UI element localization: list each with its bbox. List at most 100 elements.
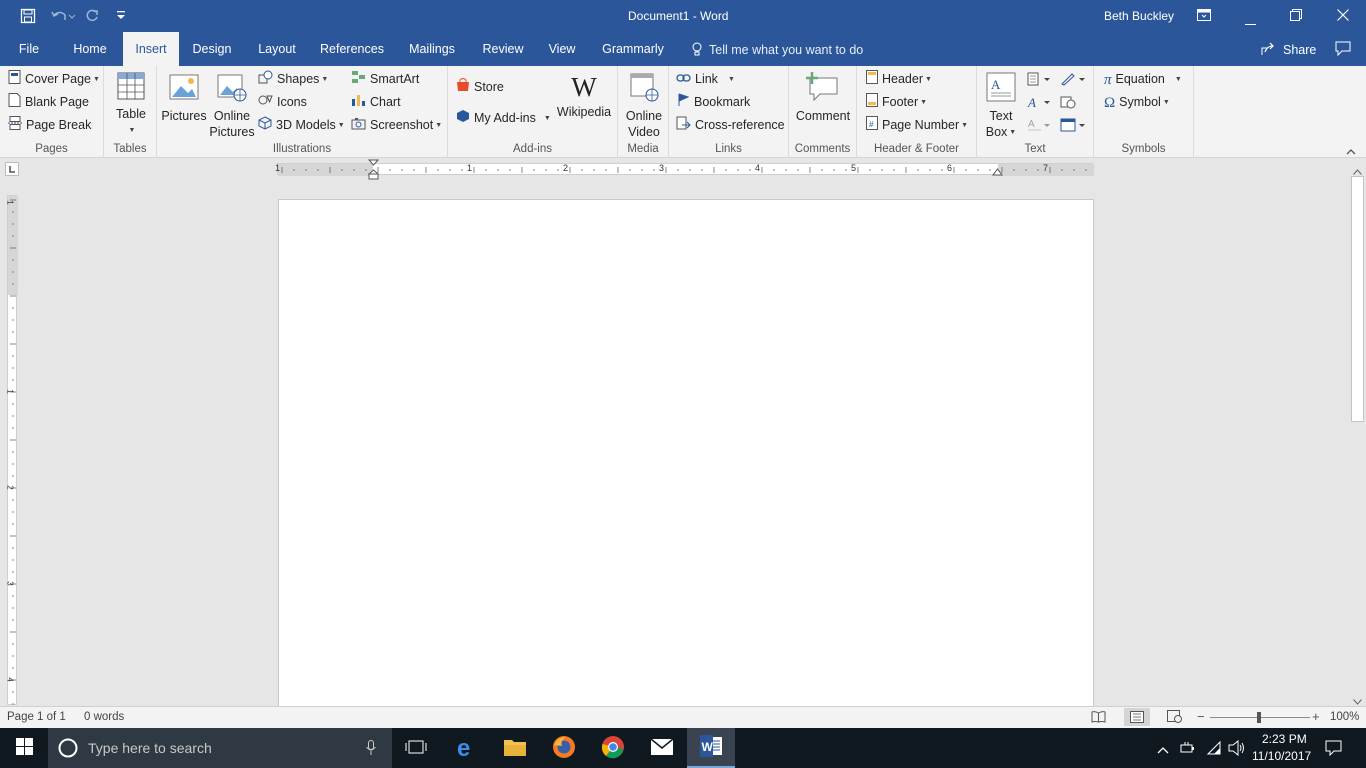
pictures-button[interactable]: Pictures xyxy=(161,72,207,124)
first-line-indent-marker[interactable] xyxy=(367,159,380,184)
wifi-icon[interactable] xyxy=(1206,740,1222,759)
right-indent-marker[interactable] xyxy=(992,166,1003,180)
close-icon[interactable] xyxy=(1337,9,1349,24)
page-count[interactable]: Page 1 of 1 xyxy=(7,711,66,723)
taskbar-file-explorer[interactable] xyxy=(491,728,539,768)
word-count[interactable]: 0 words xyxy=(84,711,124,723)
scroll-thumb[interactable] xyxy=(1351,176,1364,422)
object-icon[interactable] xyxy=(1060,118,1086,135)
taskbar-search-box[interactable]: Type here to search xyxy=(48,728,392,768)
blank-page-icon xyxy=(8,92,21,113)
taskbar-mail[interactable] xyxy=(638,728,686,768)
vertical-scrollbar[interactable] xyxy=(1349,158,1366,706)
task-view-icon xyxy=(405,739,427,758)
cover-page-button[interactable]: Cover Page ▼ xyxy=(8,69,100,89)
text-box-button[interactable]: A Text Box ▼ xyxy=(983,72,1019,141)
page-break-button[interactable]: Page Break xyxy=(8,115,91,135)
tab-mailings[interactable]: Mailings xyxy=(403,32,461,66)
save-icon[interactable] xyxy=(20,8,36,27)
tab-home[interactable]: Home xyxy=(64,32,116,66)
equation-button[interactable]: π Equation ▼ xyxy=(1104,69,1182,89)
icons-button[interactable]: Icons xyxy=(258,92,307,112)
show-hidden-icons-icon[interactable] xyxy=(1157,743,1169,757)
tab-insert[interactable]: Insert xyxy=(123,32,179,66)
wordart-icon[interactable]: A xyxy=(1027,95,1051,112)
header-button[interactable]: Header ▼ xyxy=(866,69,932,89)
zoom-out-button[interactable]: − xyxy=(1197,709,1205,724)
taskbar-chrome[interactable] xyxy=(589,728,637,768)
ruler-number: 1 xyxy=(5,389,15,394)
user-name[interactable]: Beth Buckley xyxy=(1104,9,1174,23)
footer-button[interactable]: Footer ▼ xyxy=(866,92,927,112)
tell-me-search[interactable]: Tell me what you want to do xyxy=(709,43,863,57)
customize-toolbar-icon[interactable] xyxy=(116,9,126,24)
zoom-slider-thumb[interactable] xyxy=(1257,712,1261,723)
ribbon-display-options-icon[interactable] xyxy=(1197,9,1211,24)
collapse-ribbon-icon[interactable] xyxy=(1346,144,1356,158)
ruler-number: 2 xyxy=(5,485,15,490)
clock-time[interactable]: 2:23 PM xyxy=(1262,732,1307,746)
taskbar-edge[interactable]: e xyxy=(443,728,491,768)
signature-line-icon[interactable] xyxy=(1060,72,1086,89)
tab-layout[interactable]: Layout xyxy=(251,32,303,66)
store-button[interactable]: Store xyxy=(456,77,504,97)
read-mode-icon[interactable] xyxy=(1091,710,1106,726)
online-pictures-button[interactable]: Online Pictures xyxy=(209,72,255,140)
microphone-icon[interactable] xyxy=(366,740,376,759)
tab-file[interactable]: File xyxy=(8,32,50,66)
date-time-icon[interactable] xyxy=(1060,95,1076,112)
page-number-button[interactable]: # Page Number ▼ xyxy=(866,115,968,135)
pi-icon: π xyxy=(1104,71,1112,88)
tab-review[interactable]: Review xyxy=(477,32,529,66)
tab-view[interactable]: View xyxy=(544,32,580,66)
my-addins-button[interactable]: My Add-ins ▼ xyxy=(456,108,551,128)
taskbar-word[interactable]: W xyxy=(687,728,735,768)
web-layout-icon[interactable] xyxy=(1167,710,1182,726)
smartart-button[interactable]: SmartArt xyxy=(351,69,419,89)
power-battery-icon[interactable] xyxy=(1180,741,1196,758)
symbol-button[interactable]: Ω Symbol ▼ xyxy=(1104,92,1170,112)
drop-cap-icon[interactable]: A xyxy=(1027,118,1051,135)
chart-button[interactable]: Chart xyxy=(351,92,401,112)
table-button[interactable]: Table ▼ xyxy=(112,72,150,139)
taskbar-firefox[interactable] xyxy=(540,728,588,768)
restore-icon[interactable] xyxy=(1290,9,1302,24)
share-icon[interactable] xyxy=(1261,42,1277,59)
action-center-icon[interactable] xyxy=(1325,740,1342,759)
horizontal-ruler[interactable]: 1 1 2 3 4 5 6 7 xyxy=(275,163,1094,176)
screenshot-icon xyxy=(351,116,366,136)
vertical-ruler[interactable]: 1 1 2 3 4 xyxy=(5,195,18,705)
group-label-addins: Add-ins xyxy=(513,143,552,155)
start-button[interactable] xyxy=(0,728,48,768)
comment-button[interactable]: Comment xyxy=(793,72,853,124)
blank-page-button[interactable]: Blank Page xyxy=(8,92,89,112)
volume-icon[interactable] xyxy=(1228,739,1246,759)
undo-icon[interactable] xyxy=(50,8,76,27)
shapes-button[interactable]: Shapes ▼ xyxy=(258,69,328,89)
link-button[interactable]: Link ▼ xyxy=(676,69,735,89)
zoom-level[interactable]: 100% xyxy=(1330,711,1359,723)
tab-grammarly[interactable]: Grammarly xyxy=(598,32,668,66)
wikipedia-button[interactable]: W Wikipedia xyxy=(556,72,612,120)
tab-references[interactable]: References xyxy=(318,32,386,66)
bookmark-button[interactable]: Bookmark xyxy=(676,92,750,112)
screenshot-button[interactable]: Screenshot ▼ xyxy=(351,115,442,135)
zoom-in-button[interactable]: + xyxy=(1312,709,1320,724)
document-page[interactable] xyxy=(278,199,1094,709)
minimize-icon[interactable] xyxy=(1245,15,1256,29)
chart-icon xyxy=(351,93,366,113)
tab-design[interactable]: Design xyxy=(186,32,238,66)
comments-pane-icon[interactable] xyxy=(1335,41,1351,59)
3d-models-button[interactable]: 3D Models ▼ xyxy=(258,115,345,135)
print-layout-button[interactable] xyxy=(1124,708,1150,726)
ruler-number: 1 xyxy=(5,200,15,205)
online-video-button[interactable]: Online Video xyxy=(622,72,666,140)
redo-icon[interactable] xyxy=(84,8,100,27)
task-view-button[interactable] xyxy=(392,728,440,768)
comment-icon xyxy=(793,72,853,106)
cross-reference-button[interactable]: Cross-reference xyxy=(676,115,785,135)
quick-parts-icon[interactable] xyxy=(1027,72,1051,89)
clock-date[interactable]: 11/10/2017 xyxy=(1252,749,1311,763)
share-button[interactable]: Share xyxy=(1283,43,1316,57)
tab-selector[interactable] xyxy=(5,162,19,176)
